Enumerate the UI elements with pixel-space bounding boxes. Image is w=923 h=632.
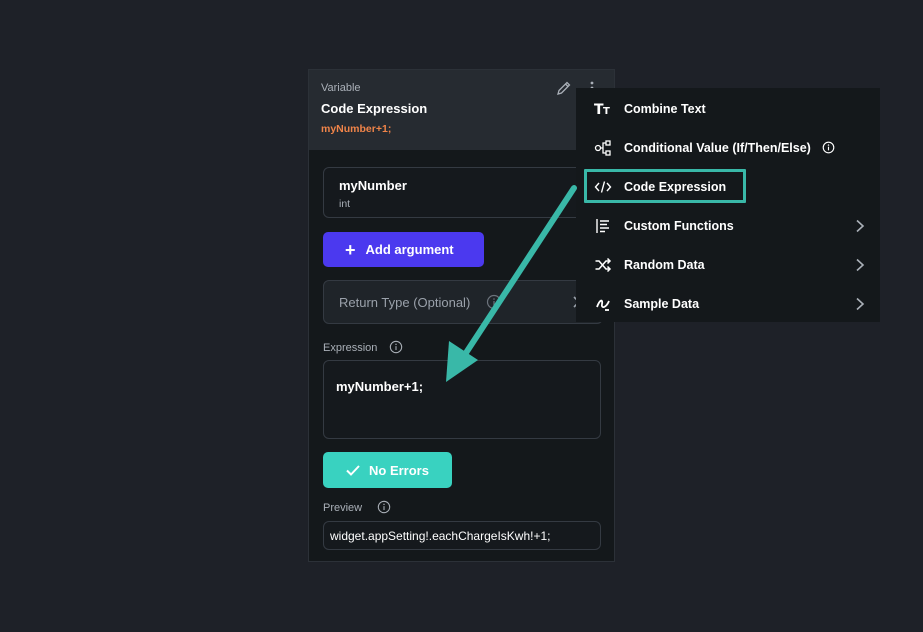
menu-item-custom-functions[interactable]: Custom Functions xyxy=(576,206,880,245)
branch-icon xyxy=(594,139,611,156)
info-icon xyxy=(486,294,502,310)
preview-label: Preview xyxy=(323,502,363,514)
check-icon xyxy=(346,465,360,476)
sample-data-icon xyxy=(596,299,610,311)
shuffle-icon xyxy=(595,257,612,272)
no-errors-label: No Errors xyxy=(369,462,429,478)
menu-item-random-data[interactable]: Random Data xyxy=(576,245,880,284)
menu-item-label: Custom Functions xyxy=(624,218,734,233)
highlight-box xyxy=(584,169,746,203)
menu-item-label: Random Data xyxy=(624,257,705,272)
plus-icon: + xyxy=(345,239,356,260)
menu-item-conditional-value[interactable]: Conditional Value (If/Then/Else) xyxy=(576,128,880,167)
expression-editor[interactable]: myNumber+1; xyxy=(323,360,601,439)
chevron-right-icon xyxy=(856,219,865,232)
info-icon xyxy=(822,141,835,154)
add-argument-button[interactable]: + Add argument xyxy=(323,232,484,267)
menu-item-sample-data[interactable]: Sample Data xyxy=(576,284,880,323)
add-argument-label: Add argument xyxy=(365,242,454,257)
menu-item-label: Sample Data xyxy=(624,296,700,311)
return-type-placeholder: Return Type (Optional) xyxy=(339,295,471,310)
chevron-right-icon xyxy=(856,297,865,310)
preview-value: widget.appSetting!.eachChargeIsKwh!+1; xyxy=(330,529,551,543)
text-format-icon: T T xyxy=(594,102,610,118)
argument-type: int xyxy=(339,198,351,210)
variable-panel: Variable Code Expression myNumber+1; myN… xyxy=(308,69,615,562)
chevron-right-icon xyxy=(856,258,865,271)
info-icon xyxy=(377,500,391,514)
value-source-menu: T T Combine Text Conditional Value (If/T… xyxy=(576,88,880,322)
panel-subtitle: myNumber+1; xyxy=(321,123,392,135)
pencil-icon[interactable] xyxy=(556,80,572,96)
argument-name: myNumber xyxy=(339,178,407,193)
return-type-dropdown[interactable]: Return Type (Optional) xyxy=(323,280,603,324)
argument-card[interactable]: myNumber int xyxy=(323,167,603,218)
menu-item-label: Conditional Value (If/Then/Else) xyxy=(624,140,811,155)
function-list-icon xyxy=(596,218,609,233)
panel-kind-label: Variable xyxy=(321,82,361,94)
menu-item-label: Combine Text xyxy=(624,101,706,116)
panel-title: Code Expression xyxy=(321,101,428,116)
preview-field: widget.appSetting!.eachChargeIsKwh!+1; xyxy=(323,521,601,550)
expression-label: Expression xyxy=(323,342,378,354)
expression-value: myNumber+1; xyxy=(336,379,424,394)
no-errors-button[interactable]: No Errors xyxy=(323,452,452,488)
panel-header: Variable Code Expression myNumber+1; xyxy=(309,70,614,150)
info-icon xyxy=(389,340,403,354)
svg-text:T: T xyxy=(603,106,610,117)
menu-item-combine-text[interactable]: T T Combine Text xyxy=(576,89,880,128)
